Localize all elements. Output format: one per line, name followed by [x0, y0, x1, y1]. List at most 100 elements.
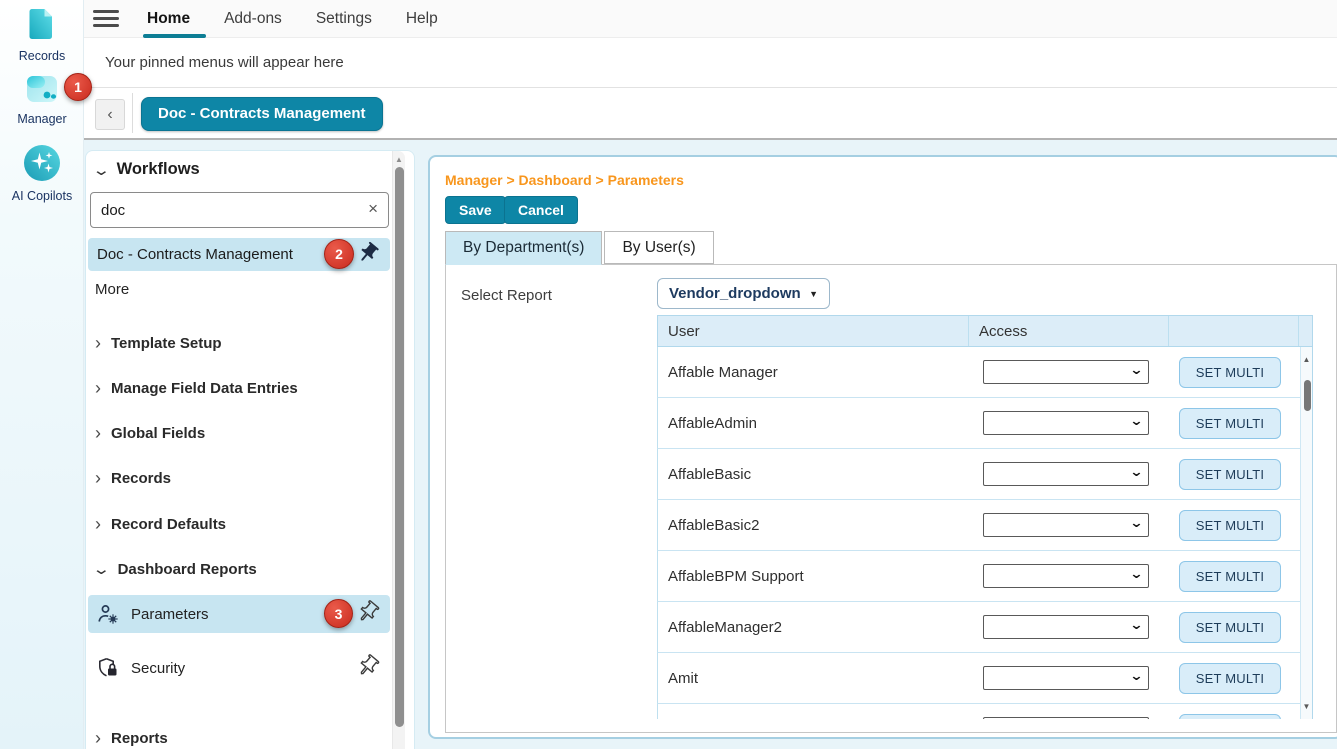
sidebar-scrollbar-thumb[interactable] [395, 167, 404, 727]
active-workflow-tab[interactable]: Doc - Contracts Management [141, 97, 383, 131]
search-clear-icon[interactable]: × [368, 199, 378, 219]
pin-filled-icon[interactable] [356, 241, 380, 270]
table-scrollbar[interactable]: ▲ ▼ [1300, 347, 1313, 719]
workflows-section-header[interactable]: ⌄ Workflows [95, 160, 200, 179]
access-select[interactable]: ⌄ [983, 462, 1149, 486]
sidebar-item-records[interactable]: › Records [95, 469, 171, 487]
set-multi-button[interactable]: SET MULTI [1179, 612, 1281, 643]
workflows-sidebar-panel: ⌄ Workflows × Doc - Contracts Management… [85, 150, 415, 749]
rail-label-records: Records [0, 49, 84, 63]
pinned-menus-bar: Your pinned menus will appear here [84, 38, 1337, 88]
workflow-tab-strip: ‹ Doc - Contracts Management [84, 88, 1337, 140]
sidebar-item-record-defaults[interactable]: › Record Defaults [95, 515, 226, 533]
user-gear-icon [96, 602, 120, 626]
user-name: Affable Manager [658, 364, 969, 381]
manager-app-icon [24, 74, 60, 105]
table-scrollbar-thumb[interactable] [1304, 380, 1311, 411]
set-multi-button[interactable]: SET MULTI [1179, 357, 1281, 388]
access-select[interactable]: ⌄ [983, 564, 1149, 588]
column-header-access: Access [969, 316, 1169, 346]
chevron-right-icon: › [95, 334, 101, 352]
save-button[interactable]: Save [445, 196, 506, 224]
access-select[interactable]: ⌄ [983, 615, 1149, 639]
sidebar-item-global-fields[interactable]: › Global Fields [95, 424, 205, 442]
rail-item-records[interactable]: Records [0, 6, 84, 63]
hamburger-menu-icon[interactable] [93, 10, 119, 27]
user-name: AffableManager2 [658, 619, 969, 636]
table-header-row: User Access [657, 315, 1313, 347]
select-caret-icon: ⌄ [1129, 362, 1143, 378]
set-multi-button[interactable]: SET MULTI [1179, 663, 1281, 694]
user-name: AffableBasic2 [658, 517, 969, 534]
users-access-table: User Access Affable Manager ⌄ SET MULTI … [657, 315, 1313, 719]
back-button[interactable]: ‹ [95, 99, 125, 130]
menu-item-addons[interactable]: Add-ons [224, 0, 282, 38]
set-multi-button[interactable]: SET MULTI [1179, 408, 1281, 439]
access-select[interactable]: ⌄ [983, 666, 1149, 690]
ai-copilots-sparkle-icon [23, 144, 61, 182]
workflow-search-input[interactable] [91, 193, 388, 227]
user-name: AffableBPM Support [658, 568, 969, 585]
tab-by-users[interactable]: By User(s) [604, 231, 713, 264]
rail-item-ai-copilots[interactable]: AI Copilots [0, 144, 84, 203]
select-caret-icon: ⌄ [1129, 515, 1143, 531]
more-link[interactable]: More [95, 281, 129, 298]
table-row: AffableBasic ⌄ SET MULTI [657, 449, 1313, 500]
left-icon-rail: Records Manager [0, 0, 84, 749]
access-select[interactable]: ⌄ [983, 513, 1149, 537]
chevron-right-icon: › [95, 379, 101, 397]
select-caret-icon: ⌄ [1129, 617, 1143, 633]
select-report-label: Select Report [461, 287, 552, 304]
select-caret-icon: ⌄ [1129, 464, 1143, 480]
access-select[interactable]: ⌄ [983, 411, 1149, 435]
select-caret-icon: ⌄ [1129, 413, 1143, 429]
set-multi-button[interactable]: SET MULTI [1179, 459, 1281, 490]
set-multi-button[interactable]: SET MULTI [1179, 714, 1281, 720]
table-row: Affable Manager ⌄ SET MULTI [657, 347, 1313, 398]
rail-label-manager: Manager [0, 112, 84, 126]
column-header-actions [1169, 316, 1299, 346]
pin-outline-icon[interactable] [356, 654, 380, 683]
menu-item-settings[interactable]: Settings [316, 0, 372, 38]
breadcrumb: Manager > Dashboard > Parameters [445, 172, 684, 188]
sidebar-item-dashboard-reports[interactable]: ⌄ Dashboard Reports [95, 560, 257, 578]
parameter-tabs: By Department(s) By User(s) [445, 231, 714, 265]
rail-label-ai-copilots: AI Copilots [0, 189, 84, 203]
main-panel: Manager > Dashboard > Parameters Save Ca… [428, 155, 1337, 739]
chevron-right-icon: › [95, 424, 101, 442]
table-row: AffableAdmin ⌄ SET MULTI [657, 398, 1313, 449]
column-header-scroll [1299, 316, 1312, 346]
table-row: Amit ⌄ SET MULTI [657, 653, 1313, 704]
sidebar-item-reports[interactable]: › Reports [95, 729, 168, 747]
table-row: AffableBPM Support ⌄ SET MULTI [657, 551, 1313, 602]
set-multi-button[interactable]: SET MULTI [1179, 561, 1281, 592]
sidebar-item-manage-field-data-entries[interactable]: › Manage Field Data Entries [95, 379, 298, 397]
chevron-down-icon: ⌄ [92, 161, 111, 179]
workflows-title: Workflows [117, 160, 200, 179]
sidebar-item-template-setup[interactable]: › Template Setup [95, 334, 222, 352]
menu-item-home[interactable]: Home [147, 0, 190, 38]
user-name: AffableAdmin [658, 415, 969, 432]
report-dropdown[interactable]: Vendor_dropdown ▼ [657, 278, 830, 309]
table-row: AffableBasic2 ⌄ SET MULTI [657, 500, 1313, 551]
user-name: AffableBasic [658, 466, 969, 483]
set-multi-button[interactable]: SET MULTI [1179, 510, 1281, 541]
dropdown-caret-icon: ▼ [809, 289, 818, 299]
sidebar-scrollbar[interactable]: ▲ [392, 151, 405, 749]
table-row: Anushree Chandak ⌄ SET MULTI [657, 704, 1313, 719]
scroll-up-icon[interactable]: ▲ [393, 155, 405, 164]
sidebar-item-security[interactable]: Security [88, 649, 390, 687]
records-file-icon [27, 6, 57, 42]
scroll-down-icon[interactable]: ▼ [1301, 702, 1312, 711]
menu-item-help[interactable]: Help [406, 0, 438, 38]
tab-by-departments[interactable]: By Department(s) [445, 231, 602, 265]
chevron-down-icon: ⌄ [92, 560, 111, 578]
scroll-up-icon[interactable]: ▲ [1301, 355, 1312, 364]
cancel-button[interactable]: Cancel [504, 196, 578, 224]
access-select[interactable]: ⌄ [983, 360, 1149, 384]
pin-outline-icon[interactable] [356, 600, 380, 629]
access-select[interactable]: ⌄ [983, 717, 1149, 719]
app-window: Records Manager [0, 0, 1337, 749]
tab-content-panel: Select Report Vendor_dropdown ▼ User Acc… [445, 264, 1337, 733]
shield-lock-icon [96, 656, 120, 680]
